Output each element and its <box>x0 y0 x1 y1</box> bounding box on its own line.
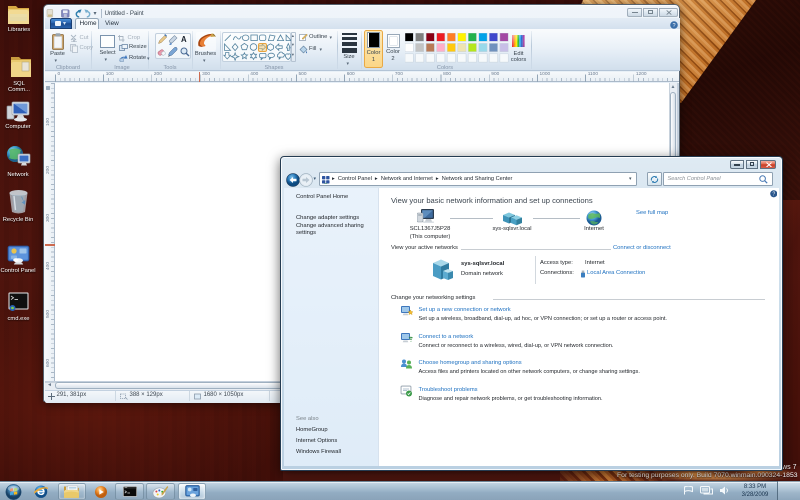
svg-text:?: ? <box>772 192 775 198</box>
svg-text:?: ? <box>672 23 675 29</box>
